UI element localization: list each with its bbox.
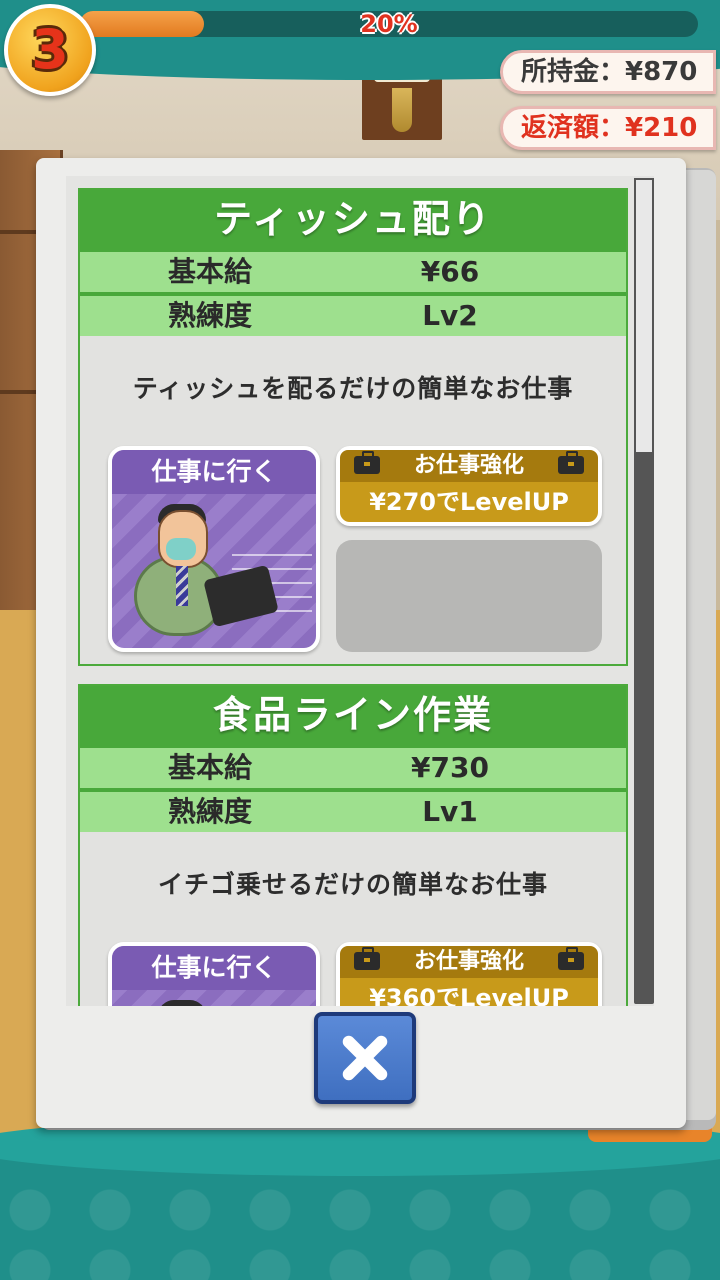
- salary-label: 基本給: [167, 255, 252, 288]
- job-title: ティッシュ配り: [80, 190, 626, 248]
- clock-pendulum: [392, 88, 412, 132]
- upgrade-job-button[interactable]: お仕事強化 ¥360でLevelUP: [336, 942, 602, 1006]
- go-to-work-label: 仕事に行く: [112, 946, 316, 990]
- level-number: 3: [31, 18, 69, 81]
- go-to-work-button[interactable]: 仕事に行く: [108, 942, 320, 1006]
- go-to-work-label: 仕事に行く: [112, 450, 316, 494]
- briefcase-icon: [354, 451, 380, 474]
- repayment-badge: 返済額：¥210: [500, 106, 716, 150]
- skill-value: Lv1: [422, 795, 478, 828]
- briefcase-icon: [354, 947, 380, 970]
- bottom-pattern: [0, 1180, 720, 1280]
- worker-illustration: [112, 990, 316, 1006]
- upgrade-title: お仕事強化: [413, 453, 524, 478]
- go-to-work-button[interactable]: 仕事に行く: [108, 446, 320, 652]
- job-title: 食品ライン作業: [80, 686, 626, 744]
- salary-value: ¥66: [420, 255, 480, 288]
- briefcase-icon: [558, 451, 584, 474]
- level-badge: 3: [4, 4, 96, 96]
- empty-slot: [336, 540, 602, 652]
- scrollbar[interactable]: [634, 178, 654, 1004]
- briefcase-icon: [558, 947, 584, 970]
- job-card: ティッシュ配り 基本給 ¥66 熟練度 Lv2 ティッシュを配るだけの簡単なお仕…: [78, 188, 628, 666]
- close-button[interactable]: [314, 1012, 416, 1104]
- skill-label: 熟練度: [167, 299, 252, 332]
- progress-label: 20%: [360, 10, 418, 38]
- job-card: 食品ライン作業 基本給 ¥730 熟練度 Lv1 イチゴ乗せるだけの簡単なお仕事…: [78, 684, 628, 1006]
- skill-label: 熟練度: [167, 795, 252, 828]
- upgrade-title: お仕事強化: [413, 949, 524, 974]
- money-owned-badge: 所持金：¥870: [500, 50, 716, 94]
- salary-label: 基本給: [167, 751, 252, 784]
- skill-row: 熟練度 Lv2: [80, 292, 626, 336]
- upgrade-job-button[interactable]: お仕事強化 ¥270でLevelUP: [336, 446, 602, 526]
- progress-bar: 20%: [80, 11, 698, 37]
- upgrade-price: ¥270でLevelUP: [369, 488, 569, 516]
- skill-row: 熟練度 Lv1: [80, 788, 626, 832]
- salary-row: 基本給 ¥730: [80, 744, 626, 788]
- salary-value: ¥730: [411, 751, 489, 784]
- job-description: イチゴ乗せるだけの簡単なお仕事: [157, 870, 548, 899]
- job-description: ティッシュを配るだけの簡単なお仕事: [132, 374, 574, 403]
- upgrade-price: ¥360でLevelUP: [369, 984, 569, 1006]
- job-list[interactable]: ティッシュ配り 基本給 ¥66 熟練度 Lv2 ティッシュを配るだけの簡単なお仕…: [66, 176, 654, 1006]
- dialog-side: [682, 170, 716, 1120]
- worker-illustration: [112, 494, 316, 648]
- skill-value: Lv2: [422, 299, 478, 332]
- scrollbar-thumb[interactable]: [634, 178, 654, 454]
- salary-row: 基本給 ¥66: [80, 248, 626, 292]
